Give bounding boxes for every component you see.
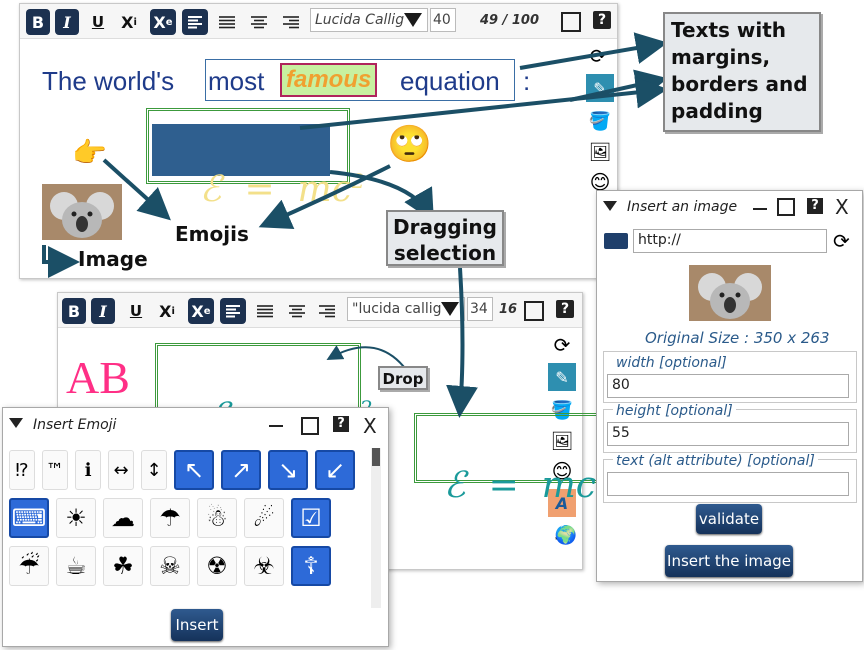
help-icon-dialog[interactable]: ? [807, 198, 823, 214]
emoji-cell[interactable]: ☔ [9, 546, 49, 586]
arrow-face-emojis [258, 164, 391, 230]
insert-image-title: Insert an image [627, 199, 738, 215]
emoji-cell[interactable]: ⌨ [9, 498, 49, 538]
emoji-cell[interactable]: ↘ [268, 450, 308, 490]
emoji-cell[interactable]: ↕ [141, 450, 167, 490]
refresh-icon[interactable]: ⟳ [833, 229, 850, 253]
emoji-cell[interactable]: ↖ [174, 450, 214, 490]
height-input[interactable]: 55 [607, 422, 849, 446]
emoji-scrollbar-thumb[interactable] [372, 448, 380, 466]
koala-preview [689, 265, 771, 321]
emoji-maximize-icon[interactable] [301, 417, 319, 435]
emoji-cell[interactable]: ☂ [150, 498, 190, 538]
emoji-cell[interactable]: ☣ [244, 546, 284, 586]
width-legend: width [optional] [613, 355, 730, 371]
folder-icon[interactable] [604, 233, 628, 249]
emoji-cell[interactable]: ℹ [75, 450, 101, 490]
emoji-cell[interactable]: ⁉ [9, 450, 35, 490]
close-icon[interactable]: X [835, 195, 849, 219]
arrow-dragging-drop [446, 267, 478, 418]
emoji-collapse-icon[interactable] [9, 418, 23, 428]
maximize-icon[interactable] [777, 198, 795, 216]
emoji-grid-inner: ⁉ ™ ℹ ↔ ↕ ↖ ↗ ↘ ↙ ⌨ ☀ ☁ ☂ ☃ ☄ ☑ ☔ ☕ ☘ ☠ ☢ ☣ ☦ [9, 450, 369, 610]
emoji-cell[interactable]: ☕ [56, 546, 96, 586]
height-legend: height [optional] [613, 403, 736, 419]
emoji-cell[interactable]: ☢ [197, 546, 237, 586]
arrow-hand-emojis [102, 158, 171, 221]
emoji-cell[interactable]: ☠ [150, 546, 190, 586]
insert-emoji-button[interactable]: Insert [171, 609, 223, 641]
emoji-cell[interactable]: ☁ [103, 498, 143, 538]
arrow-margins-3 [299, 76, 668, 130]
emoji-cell[interactable]: ☘ [103, 546, 143, 586]
emoji-cell[interactable]: ™ [42, 450, 68, 490]
emoji-cell[interactable]: ☄ [244, 498, 284, 538]
emoji-cell[interactable]: ↙ [315, 450, 355, 490]
url-input[interactable]: http:// [633, 229, 827, 253]
emoji-cell[interactable]: ↔ [108, 450, 134, 490]
minimize-icon[interactable] [753, 208, 767, 210]
emoji-cell[interactable]: ☀ [56, 498, 96, 538]
emoji-cell[interactable]: ☑ [291, 498, 331, 538]
emoji-cell[interactable]: ☦ [291, 546, 331, 586]
callout-margins: Texts with margins, borders and padding [663, 12, 821, 132]
emoji-minimize-icon[interactable] [269, 425, 283, 427]
arrow-image-label [42, 245, 80, 278]
alt-input[interactable] [607, 472, 849, 496]
collapse-icon[interactable] [603, 201, 617, 211]
insert-image-dialog: Insert an image ? X http:// ⟳ Original S… [596, 190, 863, 582]
arrow-to-dragging [329, 170, 434, 222]
width-input[interactable]: 80 [607, 374, 849, 398]
insert-emoji-dialog: Insert Emoji ? X ⁉ ™ ℹ ↔ ↕ ↖ ↗ ↘ ↙ ⌨ ☀ ☁ ☂ ☃ ☄ ☑ ☔ ☕ ☘ ☠ ☢ ☣ ☦… [2, 407, 389, 647]
emoji-close-icon[interactable]: X [363, 414, 377, 438]
insert-emoji-titlebar: Insert Emoji ? X [3, 408, 388, 438]
insert-image-button[interactable]: Insert the image [665, 545, 793, 577]
alt-legend: text (alt attribute) [optional] [613, 453, 818, 469]
arrow-margins-1 [519, 32, 668, 70]
emoji-grid: ⁉ ™ ℹ ↔ ↕ ↖ ↗ ↘ ↙ ⌨ ☀ ☁ ☂ ☃ ☄ ☑ ☔ ☕ ☘ ☠ ☢ ☣ ☦ [9, 450, 369, 610]
validate-button[interactable]: validate [696, 504, 762, 534]
emoji-help-icon[interactable]: ? [333, 416, 349, 432]
callout-dragging: Dragging selection [386, 210, 504, 266]
emoji-scrollbar[interactable] [371, 448, 381, 608]
callout-drop: Drop [378, 366, 428, 390]
insert-emoji-title: Insert Emoji [33, 417, 117, 433]
insert-image-titlebar: Insert an image ? X [597, 191, 862, 219]
image-preview [689, 265, 771, 321]
original-size-text: Original Size : 350 x 263 [645, 329, 830, 347]
emoji-cell[interactable]: ↗ [221, 450, 261, 490]
emoji-cell[interactable]: ☃ [197, 498, 237, 538]
